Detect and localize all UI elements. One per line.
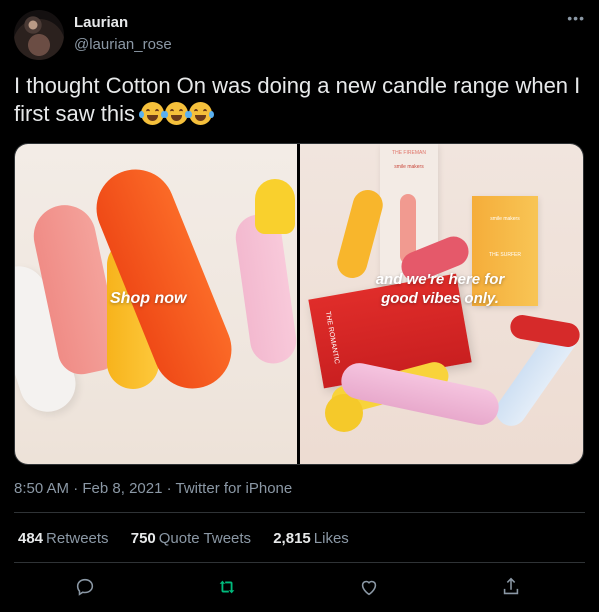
avatar[interactable] <box>14 10 64 60</box>
meta-separator: · <box>69 480 83 497</box>
author-name[interactable]: Laurian <box>74 14 128 31</box>
divider <box>14 512 585 513</box>
retweets-stat[interactable]: 484 Retweets <box>18 530 109 547</box>
box-label-surfer: THE SURFER <box>489 252 521 258</box>
retweets-count: 484 <box>18 530 44 547</box>
tweet-text: I thought Cotton On was doing a new cand… <box>14 72 584 128</box>
quote-tweets-label: Quote Tweets <box>158 530 252 547</box>
reply-icon[interactable] <box>74 576 100 598</box>
tweet-media[interactable]: Shop now THE FIREMAN smile makers smile … <box>14 143 584 465</box>
face-with-tears-of-joy-icon <box>139 102 167 125</box>
tweet-body: I thought Cotton On was doing a new cand… <box>14 73 581 126</box>
overlay-line-1: and we're here for <box>375 271 505 288</box>
box-label-fireman: THE FIREMAN <box>392 150 426 156</box>
tweet-stats: 484 Retweets 750 Quote Tweets 2,815 Likes <box>18 530 367 547</box>
heart-icon[interactable] <box>358 576 384 598</box>
divider <box>14 562 585 563</box>
meta-separator: · <box>162 480 176 497</box>
face-with-tears-of-joy-icon <box>187 102 215 125</box>
quote-tweets-count: 750 <box>130 530 156 547</box>
share-icon[interactable] <box>500 576 526 598</box>
ellipsis-icon[interactable]: ••• <box>567 10 585 26</box>
quote-tweets-stat[interactable]: 750 Quote Tweets <box>131 530 251 547</box>
media-image-left[interactable]: Shop now <box>15 144 297 464</box>
box-brand-label: smile makers <box>394 164 424 170</box>
likes-label: Likes <box>313 530 349 547</box>
tweet-time[interactable]: 8:50 AM <box>14 480 69 497</box>
author-handle[interactable]: @laurian_rose <box>74 36 172 53</box>
box-brand-label-surfer: smile makers <box>490 216 520 222</box>
tweet-actions <box>0 570 599 604</box>
media-image-right[interactable]: THE FIREMAN smile makers smile makers TH… <box>300 144 583 464</box>
likes-stat[interactable]: 2,815 Likes <box>273 530 349 547</box>
tweet-header: Laurian @laurian_rose ••• <box>14 10 585 60</box>
retweet-icon[interactable] <box>216 576 242 598</box>
box-label-romantic: THE ROMANTIC <box>323 310 340 365</box>
overlay-good-vibes: and we're here for good vibes only. <box>360 270 520 308</box>
tweet-source[interactable]: Twitter for iPhone <box>176 480 293 497</box>
overlay-line-2: good vibes only. <box>381 290 499 307</box>
overlay-shop-now: Shop now <box>110 290 187 307</box>
retweets-label: Retweets <box>46 530 109 547</box>
loudly-crying-face-icon <box>163 102 191 125</box>
tweet-metadata: 8:50 AM · Feb 8, 2021 · Twitter for iPho… <box>14 480 292 497</box>
tweet-date[interactable]: Feb 8, 2021 <box>82 480 162 497</box>
likes-count: 2,815 <box>273 530 311 547</box>
